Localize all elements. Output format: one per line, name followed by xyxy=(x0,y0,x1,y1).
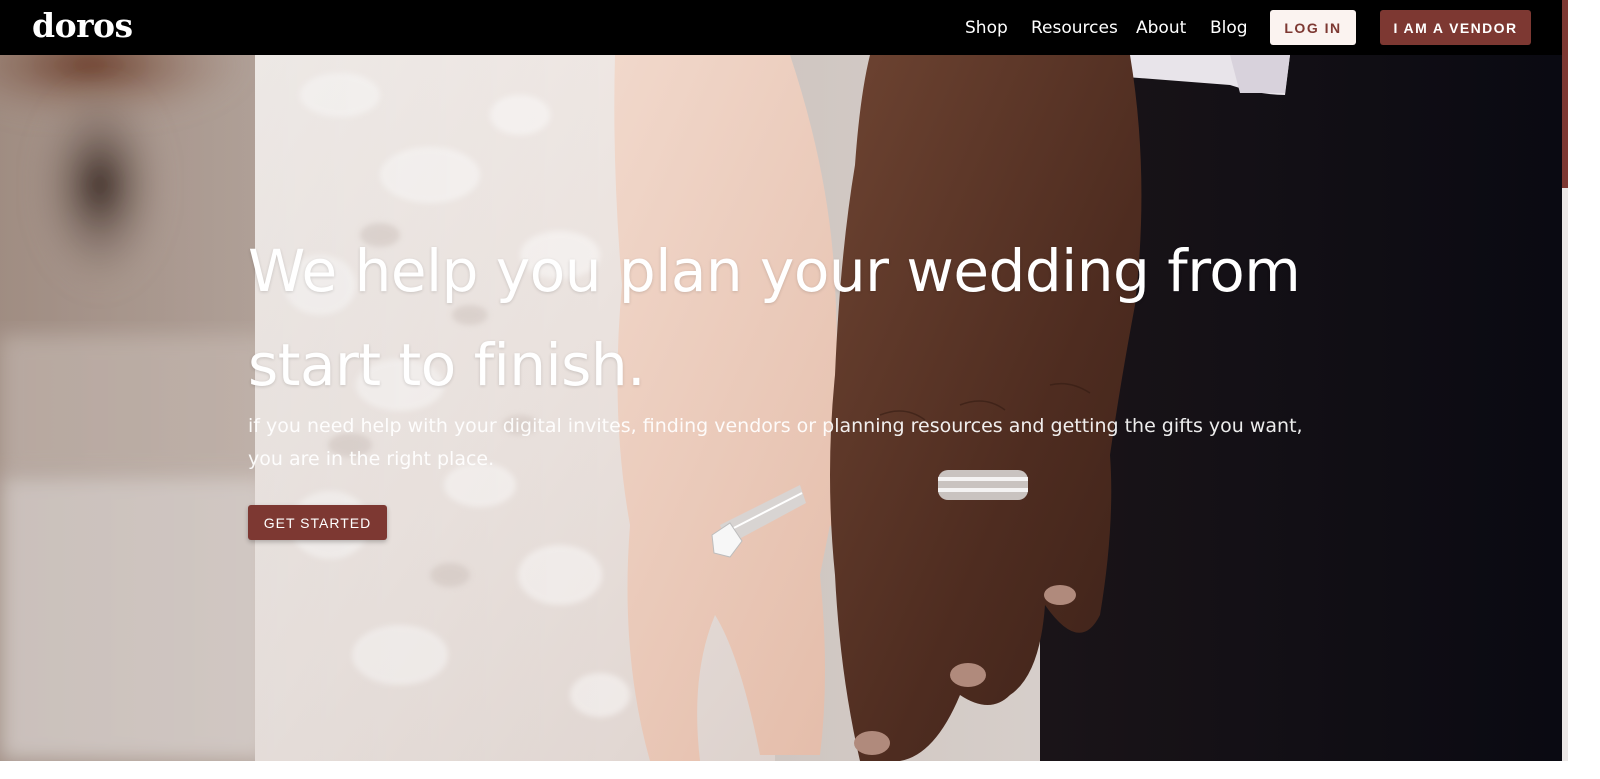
hero-subtitle-line-1: if you need help with your digital invit… xyxy=(248,415,1303,437)
nav-link-about[interactable]: About xyxy=(1136,16,1186,40)
page: doros Shop Resources About Blog LOG IN I… xyxy=(0,0,1600,779)
page-bottom-edge xyxy=(0,761,1562,779)
nav-link-resources[interactable]: Resources xyxy=(1031,16,1118,40)
nav-link-shop[interactable]: Shop xyxy=(965,16,1008,40)
scrollbar-thumb[interactable] xyxy=(1562,0,1568,188)
hero-title-line-2: start to finish. xyxy=(248,331,646,399)
hero-section: We help you plan your wedding from start … xyxy=(0,55,1562,761)
brand-logo[interactable]: doros xyxy=(32,6,133,46)
scrollbar[interactable] xyxy=(1562,0,1600,779)
hero-subtitle-line-2: you are in the right place. xyxy=(248,448,495,470)
hero-subtitle: if you need help with your digital invit… xyxy=(248,410,1328,476)
top-navbar: doros Shop Resources About Blog LOG IN I… xyxy=(0,0,1562,55)
nav-link-blog[interactable]: Blog xyxy=(1210,16,1248,40)
hero-title-line-1: We help you plan your wedding from xyxy=(248,237,1301,305)
vendor-button[interactable]: I AM A VENDOR xyxy=(1380,10,1531,45)
get-started-button[interactable]: GET STARTED xyxy=(248,505,387,540)
scrollbar-track[interactable] xyxy=(1562,0,1568,761)
hero-title: We help you plan your wedding from start … xyxy=(248,224,1348,412)
login-button[interactable]: LOG IN xyxy=(1270,10,1356,45)
